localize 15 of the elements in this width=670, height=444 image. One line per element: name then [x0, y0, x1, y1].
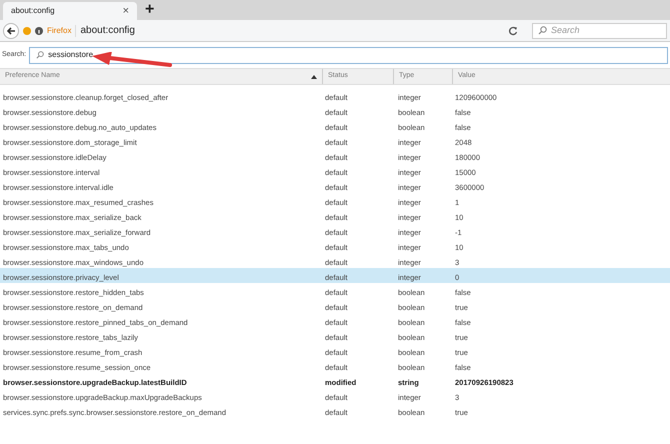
- filter-field[interactable]: sessionstore: [29, 46, 668, 64]
- warning-icon: [23, 26, 31, 34]
- search-icon: [36, 51, 44, 59]
- identity-label: Firefox: [47, 24, 72, 36]
- tab-title: about:config: [11, 5, 55, 17]
- filter-value: sessionstore: [48, 49, 94, 61]
- search-placeholder: Search: [551, 24, 580, 37]
- new-tab-button[interactable]: +: [145, 2, 154, 18]
- search-icon: [538, 26, 547, 35]
- reload-icon[interactable]: [508, 26, 518, 36]
- url-text[interactable]: about:config: [80, 23, 504, 38]
- browser-tab[interactable]: about:config ×: [3, 2, 137, 20]
- sort-arrow-icon: [311, 74, 317, 78]
- info-icon[interactable]: [35, 26, 43, 34]
- close-icon[interactable]: ×: [122, 6, 129, 16]
